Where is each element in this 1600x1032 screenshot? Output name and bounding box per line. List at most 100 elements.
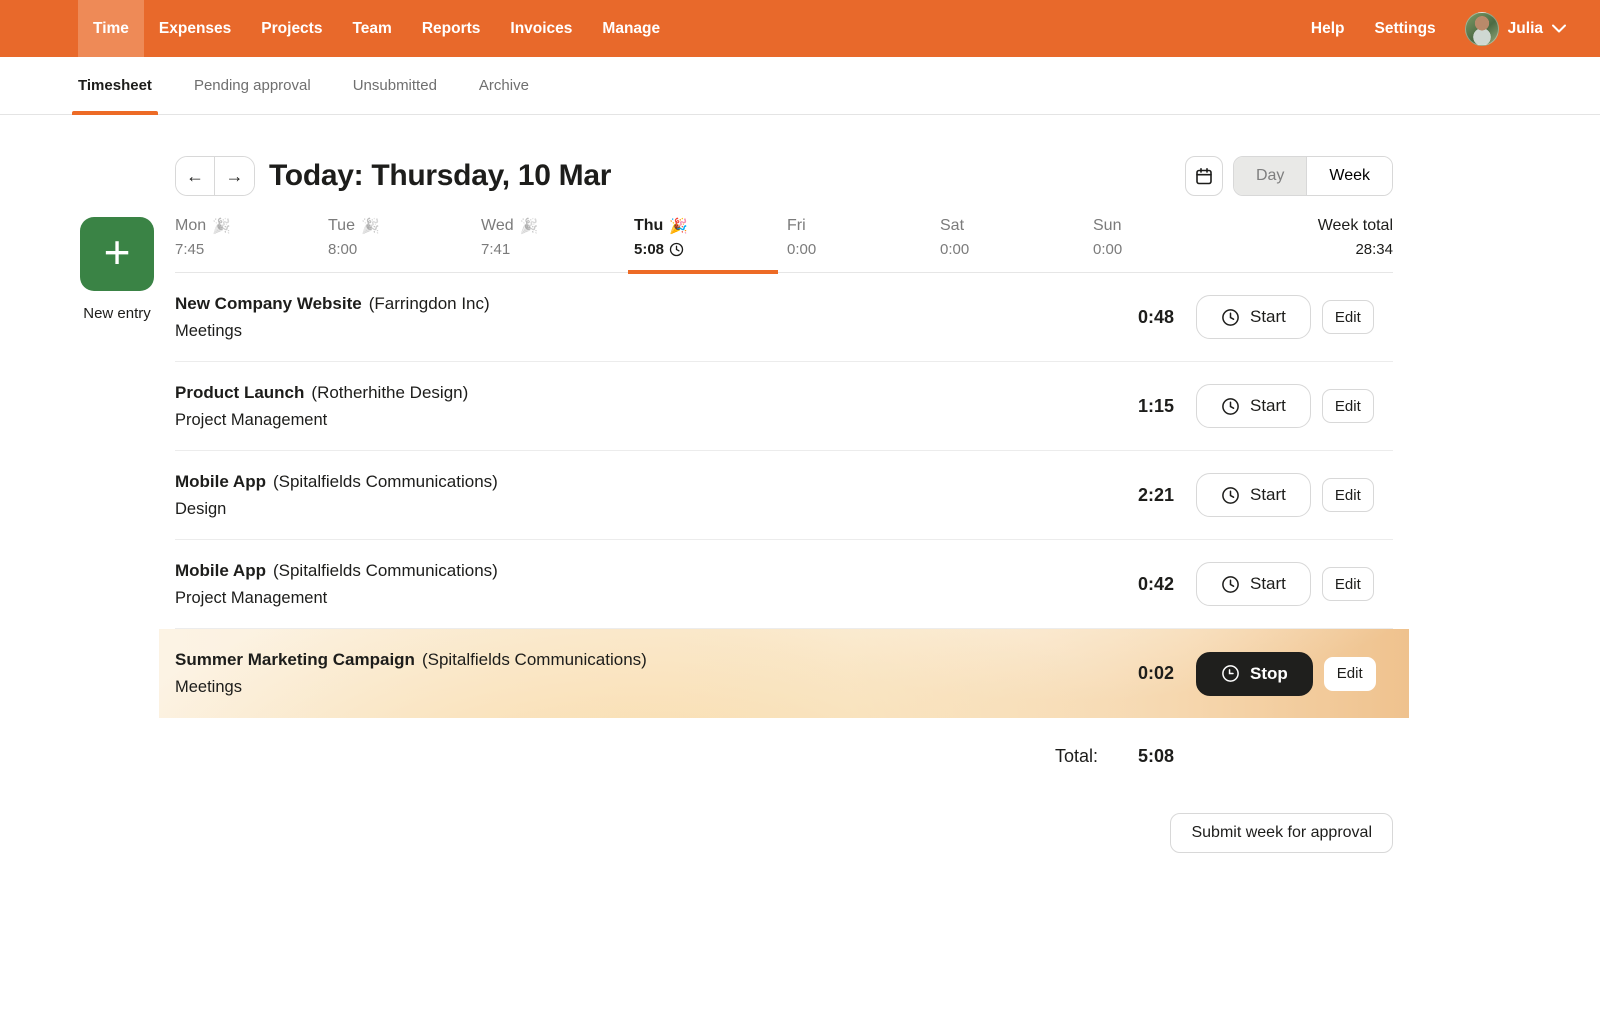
new-entry-label: New entry bbox=[83, 305, 151, 322]
entry-actions: Start Edit bbox=[1196, 562, 1393, 606]
entry-task: Design bbox=[175, 499, 227, 518]
running-clock-icon bbox=[669, 242, 684, 257]
day-name: Thu bbox=[634, 217, 664, 234]
prev-day-button[interactable]: ← bbox=[176, 157, 215, 195]
edit-entry-button[interactable]: Edit bbox=[1321, 567, 1374, 601]
entry-client: (Spitalfields Communications) bbox=[272, 560, 498, 580]
top-nav: Time Expenses Projects Team Reports Invo… bbox=[0, 0, 1600, 57]
clock-icon bbox=[1221, 397, 1240, 416]
nav-item-reports[interactable]: Reports bbox=[407, 0, 496, 57]
entry-task: Meetings bbox=[175, 321, 242, 340]
user-menu[interactable]: Julia bbox=[1451, 0, 1572, 57]
tab-unsubmitted[interactable]: Unsubmitted bbox=[353, 57, 437, 114]
stop-timer-button[interactable]: Stop bbox=[1196, 651, 1313, 696]
day-column-fri[interactable]: Fri 0:00 bbox=[787, 217, 940, 258]
clock-icon bbox=[1221, 575, 1240, 594]
clock-icon bbox=[1221, 308, 1240, 327]
day-column-sun[interactable]: Sun 0:00 bbox=[1093, 217, 1246, 258]
tab-timesheet[interactable]: Timesheet bbox=[72, 57, 158, 115]
entry-client: (Spitalfields Communications) bbox=[272, 471, 498, 491]
next-day-button[interactable]: → bbox=[215, 157, 254, 195]
start-timer-button[interactable]: Start bbox=[1196, 384, 1311, 428]
entry-actions: Start Edit bbox=[1196, 473, 1393, 517]
week-total-label: Week total bbox=[1317, 217, 1393, 234]
week-view-button[interactable]: Week bbox=[1307, 157, 1392, 195]
edit-entry-button[interactable]: Edit bbox=[1321, 389, 1374, 423]
user-avatar bbox=[1464, 11, 1499, 46]
entry-info: Mobile App (Spitalfields Communications) … bbox=[175, 561, 1138, 608]
date-header: ← → Today: Thursday, 10 Mar Day Week bbox=[175, 155, 1393, 197]
party-popper-icon: 🎉 bbox=[212, 218, 231, 235]
day-name: Fri bbox=[787, 217, 806, 234]
start-timer-button[interactable]: Start bbox=[1196, 295, 1311, 339]
nav-item-projects[interactable]: Projects bbox=[246, 0, 337, 57]
entry-project: Product Launch bbox=[175, 382, 305, 402]
entry-info: Summer Marketing Campaign (Spitalfields C… bbox=[175, 650, 1138, 697]
clock-icon bbox=[1221, 664, 1240, 683]
day-column-thu-selected[interactable]: Thu 🎉 5:08 bbox=[634, 217, 787, 258]
start-timer-button[interactable]: Start bbox=[1196, 562, 1311, 606]
submit-row: Submit week for approval bbox=[175, 813, 1393, 853]
entry-time: 0:48 bbox=[1137, 306, 1174, 327]
day-total: 7:41 bbox=[481, 241, 511, 258]
calendar-button[interactable] bbox=[1184, 156, 1223, 196]
day-column-tue[interactable]: Tue 🎉 8:00 bbox=[328, 217, 481, 258]
entry-time: 2:21 bbox=[1137, 484, 1174, 505]
week-total: Week total 28:34 bbox=[1246, 217, 1393, 258]
party-popper-icon: 🎉 bbox=[669, 218, 689, 235]
edit-entry-button[interactable]: Edit bbox=[1323, 656, 1376, 691]
primary-nav: Time Expenses Projects Team Reports Invo… bbox=[78, 0, 675, 57]
total-value: 5:08 bbox=[1137, 746, 1174, 766]
tab-archive[interactable]: Archive bbox=[479, 57, 529, 114]
nav-item-time[interactable]: Time bbox=[78, 0, 144, 57]
day-total-row: Total: 5:08 bbox=[175, 718, 1393, 767]
entry-list: New Company Website (Farringdon Inc) Meet… bbox=[175, 273, 1393, 718]
day-total: 8:00 bbox=[328, 241, 358, 258]
entry-time: 0:02 bbox=[1137, 663, 1174, 683]
nav-item-help[interactable]: Help bbox=[1296, 0, 1360, 57]
entry-task: Meetings bbox=[175, 678, 242, 696]
entry-task: Project Management bbox=[175, 588, 328, 607]
entry-actions: Start Edit bbox=[1196, 295, 1393, 339]
entry-info: New Company Website (Farringdon Inc) Meet… bbox=[175, 294, 1138, 341]
day-column-sat[interactable]: Sat 0:00 bbox=[940, 217, 1093, 258]
today-label: Today: bbox=[269, 159, 364, 192]
day-column-wed[interactable]: Wed 🎉 7:41 bbox=[481, 217, 634, 258]
entry-task: Project Management bbox=[175, 410, 328, 429]
entry-actions: Stop Edit bbox=[1196, 651, 1393, 696]
day-view-button[interactable]: Day bbox=[1233, 157, 1308, 195]
nav-item-team[interactable]: Team bbox=[337, 0, 406, 57]
day-name: Sat bbox=[940, 217, 965, 234]
nav-item-invoices[interactable]: Invoices bbox=[495, 0, 587, 57]
day-total: 0:00 bbox=[1093, 241, 1123, 258]
table-row: New Company Website (Farringdon Inc) Meet… bbox=[175, 273, 1393, 362]
tab-pending-approval[interactable]: Pending approval bbox=[194, 57, 311, 114]
secondary-nav: Help Settings Julia bbox=[1296, 0, 1572, 57]
table-row: Mobile App (Spitalfields Communications) … bbox=[175, 540, 1393, 629]
party-popper-icon: 🎉 bbox=[519, 218, 539, 235]
day-column-mon[interactable]: Mon 🎉 7:45 bbox=[175, 217, 328, 258]
user-name: Julia bbox=[1507, 19, 1543, 37]
nav-item-manage[interactable]: Manage bbox=[587, 0, 675, 57]
entry-client: (Spitalfields Communications) bbox=[421, 650, 647, 669]
date-arrows: ← → bbox=[175, 156, 255, 196]
edit-entry-button[interactable]: Edit bbox=[1321, 300, 1374, 334]
chevron-down-icon bbox=[1552, 24, 1566, 33]
clock-icon bbox=[1221, 486, 1240, 505]
day-total: 5:08 bbox=[634, 241, 787, 258]
new-entry-button[interactable]: + bbox=[80, 217, 154, 291]
nav-item-expenses[interactable]: Expenses bbox=[144, 0, 246, 57]
page-title: Today: Thursday, 10 Mar bbox=[269, 159, 611, 193]
edit-entry-button[interactable]: Edit bbox=[1321, 478, 1374, 512]
entry-time: 0:42 bbox=[1137, 573, 1174, 594]
week-strip: Mon 🎉 7:45 Tue 🎉 8:00 Wed 🎉 7:41 Thu 🎉 5:08 … bbox=[175, 217, 1393, 273]
submit-week-button[interactable]: Submit week for approval bbox=[1170, 813, 1393, 853]
entry-client: (Farringdon Inc) bbox=[368, 293, 490, 313]
day-name: Mon bbox=[175, 217, 207, 234]
day-name: Wed bbox=[481, 217, 514, 234]
table-row: Mobile App (Spitalfields Communications) … bbox=[175, 451, 1393, 540]
entry-time: 1:15 bbox=[1137, 395, 1174, 416]
start-timer-button[interactable]: Start bbox=[1196, 473, 1311, 517]
entry-actions: Start Edit bbox=[1196, 384, 1393, 428]
nav-item-settings[interactable]: Settings bbox=[1360, 0, 1451, 57]
